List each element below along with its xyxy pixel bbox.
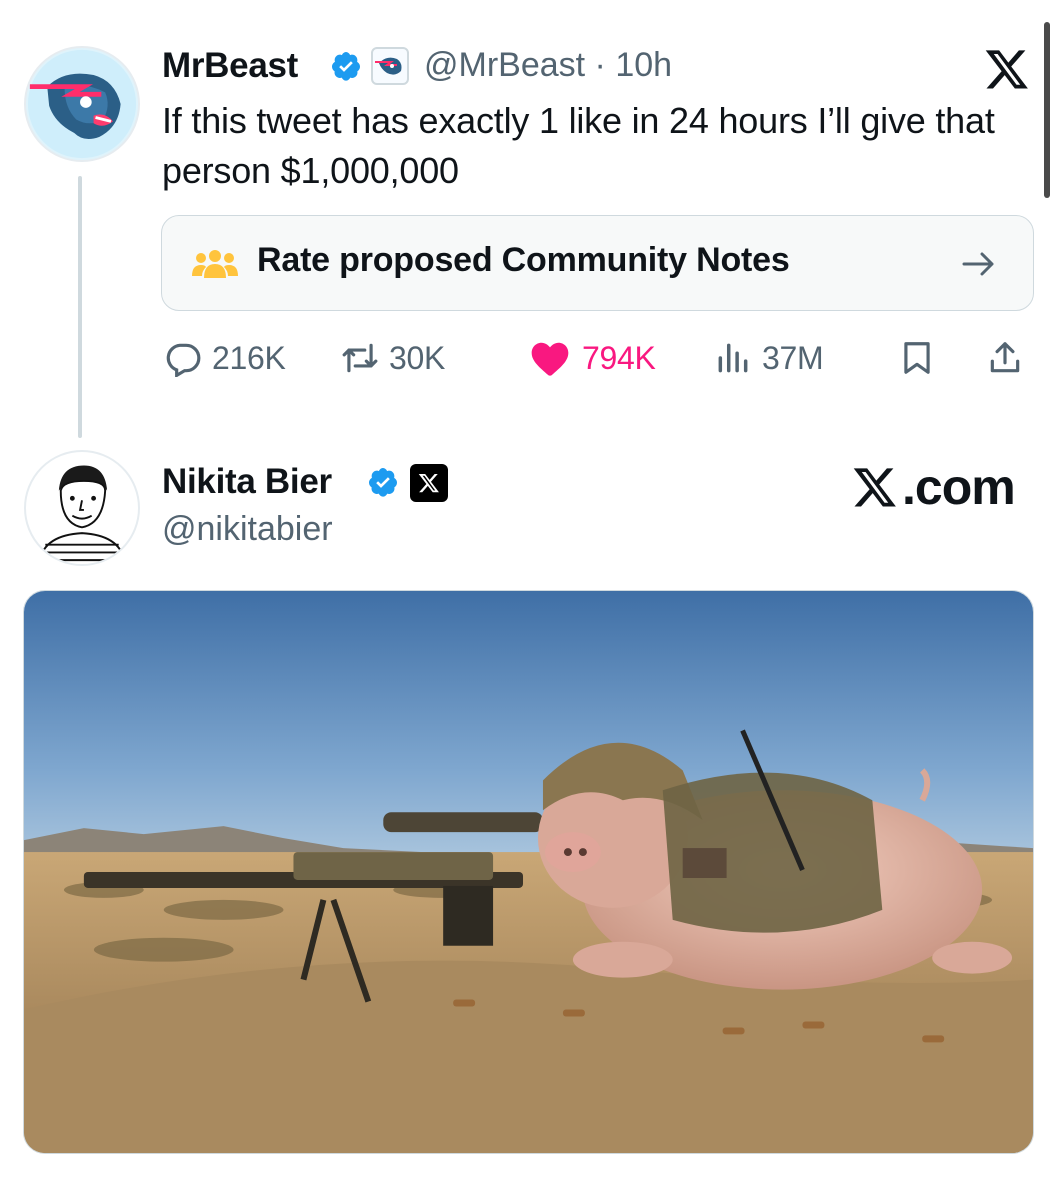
reply-handle[interactable]: @nikitabier <box>162 510 333 549</box>
community-notes-icon <box>192 250 238 278</box>
affiliation-link[interactable]: .com <box>850 458 1016 516</box>
tweet-author-name[interactable]: MrBeast <box>162 46 298 86</box>
reply-media-image[interactable] <box>23 590 1034 1154</box>
views-button[interactable]: 37M <box>714 336 824 380</box>
nikita-avatar[interactable] <box>24 450 140 566</box>
x-affiliation-icon[interactable] <box>410 464 448 502</box>
reply-count: 216K <box>212 339 286 376</box>
separator-dot: · <box>585 46 616 84</box>
community-notes-label[interactable]: Rate proposed Community Notes <box>257 241 790 280</box>
thread-line <box>78 176 82 438</box>
verified-badge-icon <box>369 468 397 497</box>
reply-icon <box>166 343 201 377</box>
bookmark-icon <box>904 342 930 374</box>
affiliation-label: .com <box>902 459 1016 515</box>
views-count: 37M <box>762 339 824 376</box>
reply-author-name[interactable]: Nikita Bier <box>162 462 332 502</box>
arrow-right-icon[interactable] <box>960 248 998 280</box>
tweet-text: If this tweet has exactly 1 like in 24 h… <box>162 100 995 191</box>
retweet-count: 30K <box>389 339 446 376</box>
pig-sniper-image-icon <box>24 591 1033 1153</box>
x-logo-icon[interactable] <box>984 46 1030 92</box>
verified-badge-icon <box>332 52 360 81</box>
share-icon <box>990 342 1020 373</box>
mrbeast-avatar[interactable] <box>24 46 140 162</box>
mrbeast-affiliation-icon[interactable] <box>371 47 409 85</box>
share-button[interactable] <box>986 336 1024 380</box>
retweet-icon <box>342 343 378 373</box>
bookmark-button[interactable] <box>898 336 936 380</box>
tweet-handle-time[interactable]: @MrBeast · 10h <box>424 46 672 85</box>
x-logo-icon <box>853 468 896 507</box>
like-count: 794K <box>582 339 656 376</box>
tweet-time[interactable]: 10h <box>615 46 672 84</box>
like-button[interactable]: 794K <box>528 336 656 380</box>
views-icon <box>718 343 748 373</box>
like-icon <box>531 342 569 376</box>
scrollbar[interactable] <box>1044 22 1050 198</box>
retweet-button[interactable]: 30K <box>341 336 445 380</box>
tweet-handle[interactable]: @MrBeast <box>424 46 585 84</box>
reply-button[interactable]: 216K <box>164 336 286 380</box>
